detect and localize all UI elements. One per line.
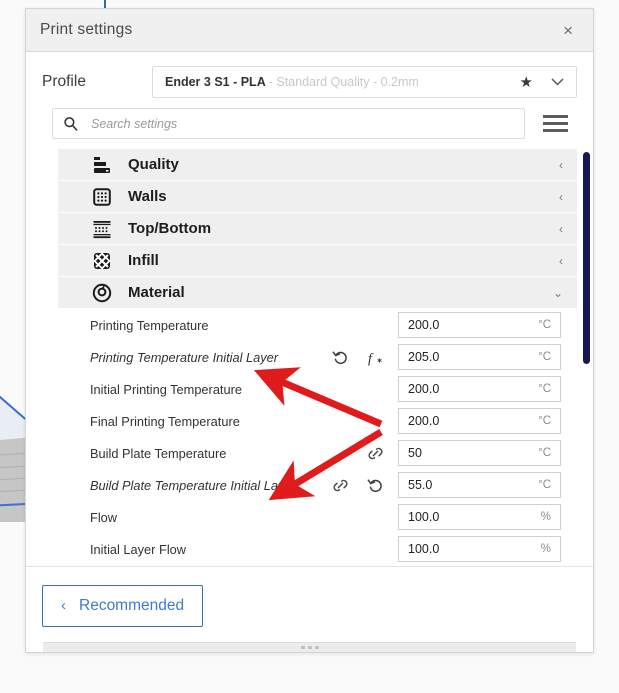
page-title: Print settings (40, 21, 133, 38)
setting-unit: °C (538, 383, 551, 395)
setting-unit: % (540, 543, 551, 555)
setting-row: Initial Printing Temperature 200.0 °C (58, 373, 577, 405)
setting-value-input[interactable]: 200.0 °C (398, 408, 561, 434)
setting-label: Final Printing Temperature (90, 413, 240, 429)
resize-grip-icon[interactable] (43, 642, 576, 652)
link-icon[interactable] (332, 477, 349, 494)
setting-value: 100.0 (408, 510, 440, 524)
chevron-down-icon[interactable] (551, 78, 564, 86)
chevron-left-icon[interactable]: ‹ (559, 222, 563, 236)
setting-row-icons (332, 477, 384, 494)
setting-row: Build Plate Temperature Initial Layer 55.… (58, 469, 577, 501)
setting-unit: °C (538, 351, 551, 363)
setting-value: 50 (408, 446, 422, 460)
category-label: Quality (128, 156, 179, 173)
search-row (26, 108, 593, 139)
svg-text:f: f (368, 351, 374, 365)
panel-title-bar: Print settings × (26, 9, 593, 52)
setting-unit: °C (538, 319, 551, 331)
setting-unit: °C (538, 479, 551, 491)
chevron-left-icon[interactable]: ‹ (559, 254, 563, 268)
category-infill[interactable]: Infill ‹ (58, 245, 577, 277)
setting-label: Initial Layer Flow (90, 541, 187, 557)
setting-value: 200.0 (408, 318, 440, 332)
revert-icon[interactable] (332, 349, 349, 366)
settings-list: Quality ‹ Walls ‹ Top/Bottom ‹ Infill ‹ Material… (26, 149, 593, 581)
setting-value: 205.0 (408, 350, 440, 364)
setting-value: 55.0 (408, 478, 433, 492)
setting-value: 100.0 (408, 542, 440, 556)
recommended-button[interactable]: ‹ Recommended (42, 584, 204, 627)
print-settings-panel: Print settings × Profile Ender 3 S1 - PL… (25, 8, 594, 653)
setting-unit: °C (538, 415, 551, 427)
setting-value-input[interactable]: 50 °C (398, 440, 561, 466)
link-icon[interactable] (367, 445, 384, 462)
walls-icon (90, 186, 114, 208)
star-icon[interactable]: ★ (520, 73, 533, 91)
chevron-left-icon[interactable]: ‹ (559, 158, 563, 172)
category-label: Walls (128, 188, 167, 205)
category-material[interactable]: Material ⌄ (58, 277, 577, 309)
setting-label: Printing Temperature Initial Layer (90, 349, 279, 365)
setting-row: Flow 100.0% (58, 501, 577, 533)
chevron-down-icon[interactable]: ⌄ (553, 286, 563, 300)
material-icon (90, 282, 114, 304)
close-icon[interactable]: × (559, 20, 577, 41)
setting-row-icons (367, 445, 384, 462)
profile-name: Ender 3 S1 - PLA (165, 75, 266, 89)
setting-value-input[interactable]: 200.0 °C (398, 312, 561, 338)
infill-icon (90, 250, 114, 272)
recommended-button-label: Recommended (79, 596, 185, 614)
category-walls[interactable]: Walls ‹ (58, 181, 577, 213)
setting-label: Flow (90, 509, 118, 525)
profile-subtitle: - Standard Quality - 0.2mm (268, 75, 419, 89)
setting-unit: °C (538, 447, 551, 459)
setting-row: Build Plate Temperature 50 °C (58, 437, 577, 469)
setting-value-input[interactable]: 100.0% (398, 504, 561, 530)
profile-selector[interactable]: Ender 3 S1 - PLA - Standard Quality - 0.… (152, 66, 577, 98)
panel-footer: ‹ Recommended (26, 566, 593, 644)
setting-value-input[interactable]: 100.0% (398, 536, 561, 562)
chevron-left-icon: ‹ (61, 597, 66, 614)
quality-icon (90, 154, 114, 176)
setting-value: 200.0 (408, 382, 440, 396)
search-box[interactable] (52, 108, 525, 139)
svg-text:✶: ✶ (376, 355, 383, 365)
category-label: Top/Bottom (128, 220, 212, 237)
revert-icon[interactable] (367, 477, 384, 494)
profile-label: Profile (42, 73, 86, 90)
setting-row: Printing Temperature 200.0 °C (58, 309, 577, 341)
category-label: Infill (128, 252, 159, 269)
setting-row: Initial Layer Flow 100.0% (58, 533, 577, 565)
category-top-bottom[interactable]: Top/Bottom ‹ (58, 213, 577, 245)
setting-row: Final Printing Temperature 200.0 °C (58, 405, 577, 437)
vertical-scrollbar-thumb[interactable] (583, 152, 590, 364)
profile-row: Profile Ender 3 S1 - PLA - Standard Qual… (26, 52, 593, 108)
setting-label: Initial Printing Temperature (90, 381, 242, 397)
setting-value-input[interactable]: 200.0 °C (398, 376, 561, 402)
category-quality[interactable]: Quality ‹ (58, 149, 577, 181)
search-input[interactable] (89, 115, 514, 132)
setting-value: 200.0 (408, 414, 440, 428)
setting-value-input[interactable]: 55.0 °C (398, 472, 561, 498)
category-label: Material (128, 284, 185, 301)
setting-row: Printing Temperature Initial Layer f ✶ 205.… (58, 341, 577, 373)
setting-row-icons: f ✶ (332, 349, 384, 366)
setting-label: Printing Temperature (90, 317, 209, 333)
setting-unit: % (540, 511, 551, 523)
hamburger-menu-icon[interactable] (535, 115, 575, 132)
chevron-left-icon[interactable]: ‹ (559, 190, 563, 204)
setting-label: Build Plate Temperature (90, 445, 227, 461)
function-icon[interactable]: f ✶ (367, 349, 384, 365)
setting-label: Build Plate Temperature Initial Layer (90, 477, 296, 493)
setting-value-input[interactable]: 205.0 °C (398, 344, 561, 370)
search-icon (64, 116, 78, 131)
top-bottom-icon (90, 218, 114, 240)
